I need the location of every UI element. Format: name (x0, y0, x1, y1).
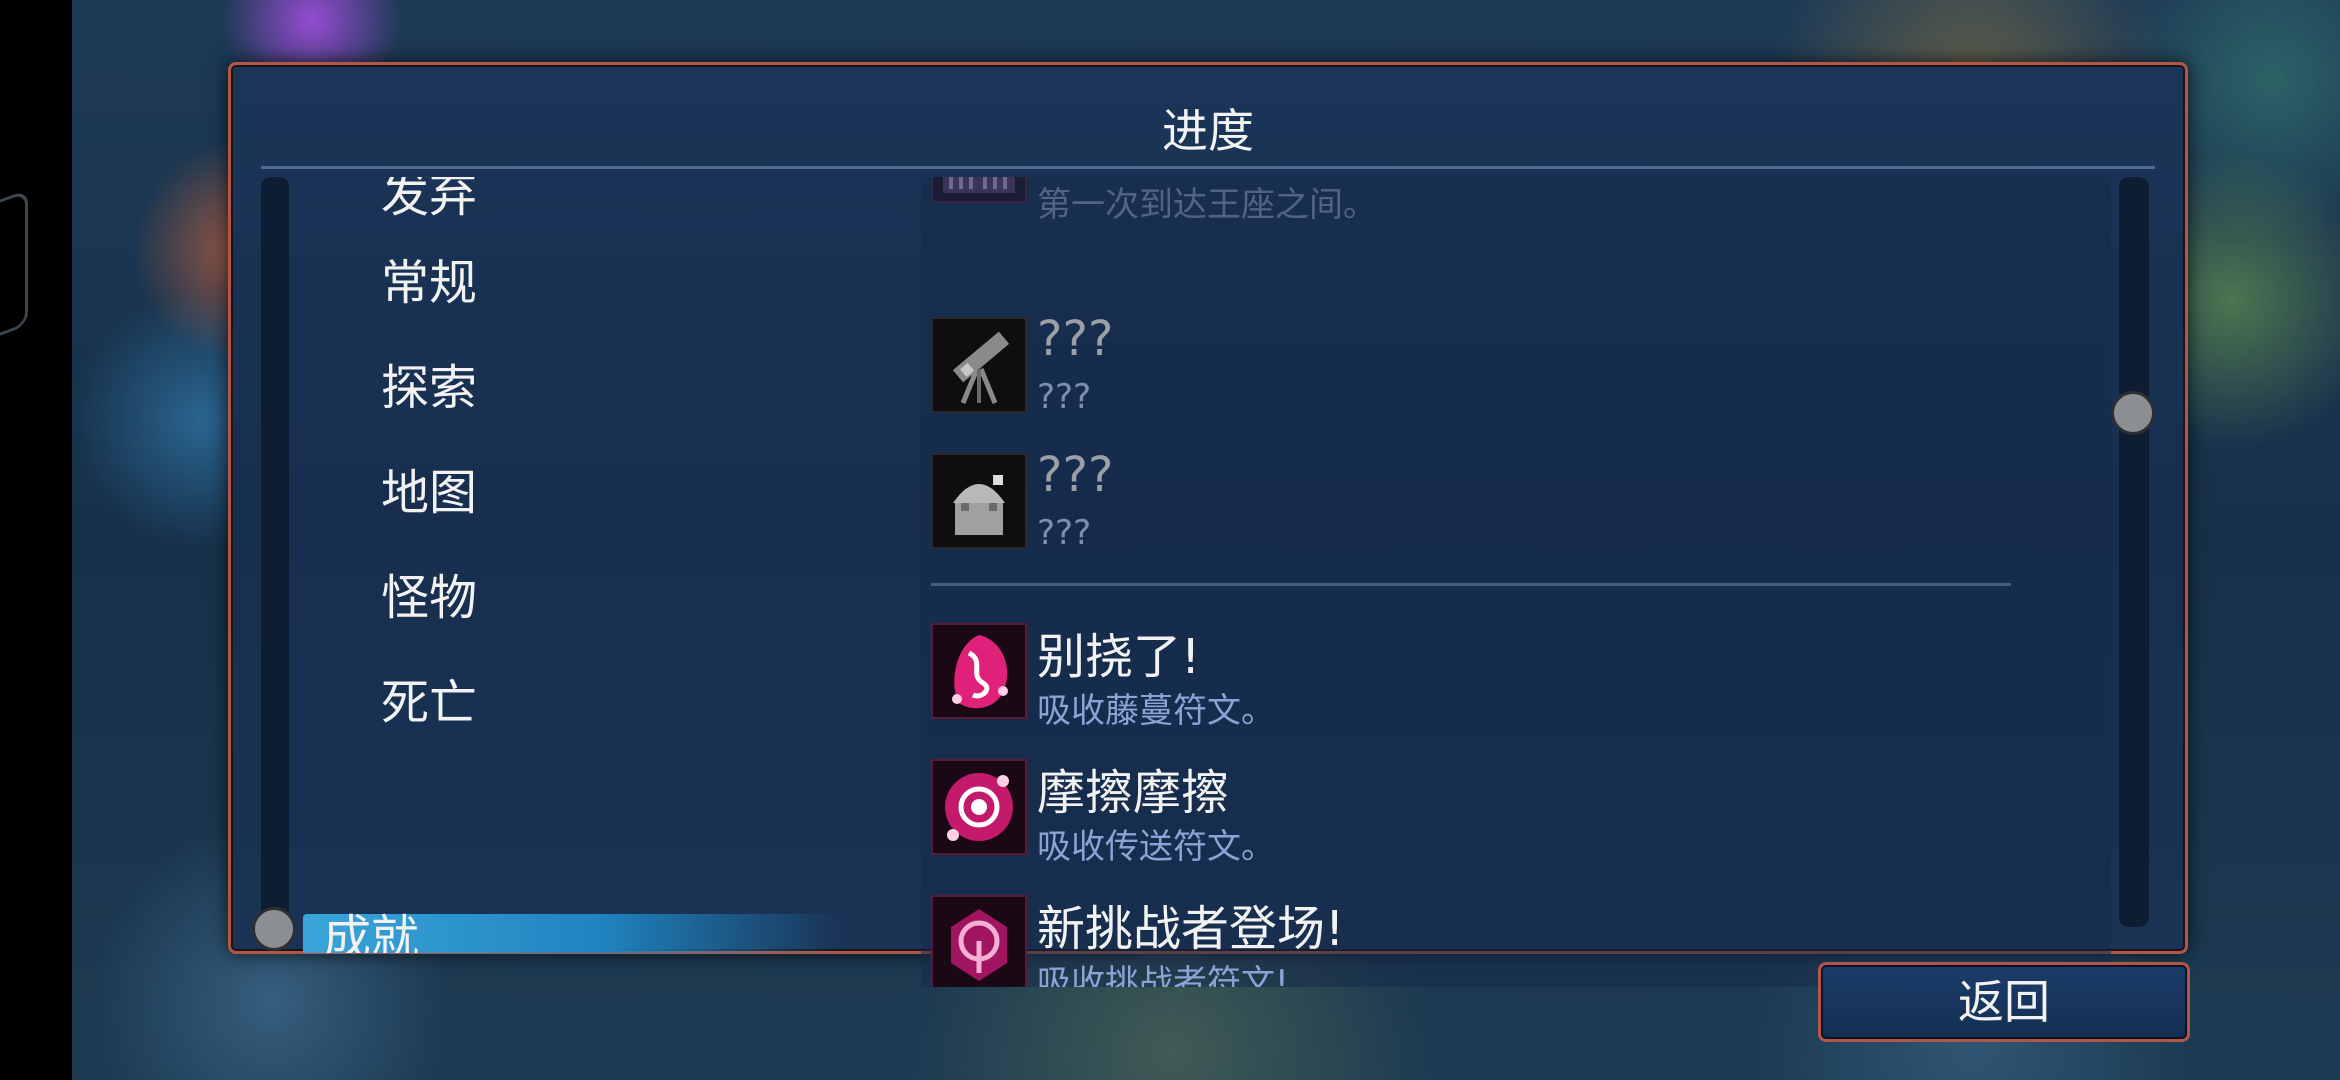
vine-rune-icon (931, 623, 1027, 719)
category-item-map[interactable]: 地图 (381, 463, 477, 523)
category-item-deaths[interactable]: 死亡 (381, 673, 477, 733)
achievement-item: 第一次到达王座之间。 (931, 177, 2091, 225)
telescope-icon (931, 317, 1027, 413)
achievement-description: ??? (1037, 513, 1092, 553)
category-item-discovery[interactable]: 发弃 (381, 177, 477, 225)
achievement-list: 第一次到达王座之间。 ??? ??? ??? ??? 别挠了! 吸收藤蔓符文。 … (921, 177, 2111, 987)
achievement-description: ??? (1037, 377, 1092, 417)
category-scrollbar[interactable] (261, 177, 289, 927)
category-item-monsters[interactable]: 怪物 (381, 568, 477, 628)
progress-panel: 进度 发弃 常规 探索 地图 怪物 死亡 成就 第一次到达王座之间。 ??? ?… (228, 62, 2188, 987)
title-divider (261, 166, 2155, 169)
achievement-scrollbar[interactable] (2119, 177, 2149, 927)
throne-icon (931, 177, 1027, 203)
panel-title: 进度 (1162, 104, 1254, 158)
achievement-title: 摩擦摩擦 (1037, 765, 1230, 821)
achievement-description: 吸收藤蔓符文。 (1037, 691, 1275, 731)
achievement-description: 第一次到达王座之间。 (1037, 185, 1377, 225)
category-scroll-handle[interactable] (252, 907, 296, 951)
list-divider (931, 583, 2011, 586)
achievement-title: 新挑战者登场! (1037, 901, 1345, 957)
achievement-title: ??? (1037, 311, 1114, 367)
category-item-general[interactable]: 常规 (381, 253, 477, 313)
achievement-title: ??? (1037, 447, 1114, 503)
left-black-bar (0, 0, 72, 1080)
challenger-rune-icon (931, 895, 1027, 987)
category-item-explore[interactable]: 探索 (381, 358, 477, 418)
back-button[interactable]: 返回 (1818, 962, 2190, 1042)
achievement-item: ??? ??? (931, 447, 2091, 563)
teleport-rune-icon (931, 759, 1027, 855)
achievement-item: 别挠了! 吸收藤蔓符文。 (931, 623, 2091, 733)
achievement-description: 吸收传送符文。 (1037, 827, 1275, 867)
achievement-scroll-handle[interactable] (2111, 391, 2155, 435)
achievement-item: ??? ??? (931, 311, 2091, 427)
side-hex-outline (0, 189, 28, 347)
achievement-title: 别挠了! (1037, 629, 1201, 685)
category-item-achievements[interactable]: 成就 (303, 914, 843, 953)
achievement-item: 摩擦摩擦 吸收传送符文。 (931, 759, 2091, 869)
observatory-icon (931, 453, 1027, 549)
achievement-description: 吸收挑战者符文! (1037, 963, 1289, 987)
